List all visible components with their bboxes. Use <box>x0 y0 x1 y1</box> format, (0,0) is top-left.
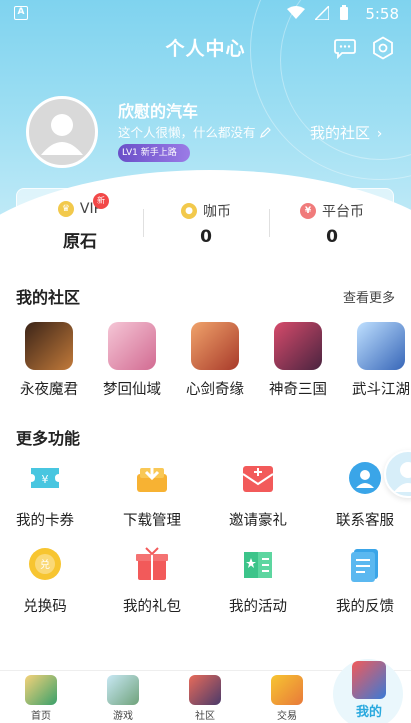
svg-text:¥: ¥ <box>42 473 49 486</box>
community-link-label: 我的社区 <box>310 124 371 142</box>
see-more-link[interactable]: 查看更多 <box>343 287 395 306</box>
community-games-list: 永夜魔君 梦回仙域 心剑奇缘 神奇三国 武斗江湖 <box>0 322 411 402</box>
platform-coin-icon: ¥ <box>300 203 316 219</box>
feature-label: 下载管理 <box>123 513 181 529</box>
game-name: 心剑奇缘 <box>186 382 244 398</box>
download-icon <box>134 460 170 496</box>
battery-icon <box>340 5 348 20</box>
tab-label: 交易 <box>277 711 297 722</box>
invite-gift-button[interactable]: 邀请豪礼 <box>213 460 303 530</box>
redeem-code-icon: 兑 <box>27 546 63 582</box>
game-item[interactable]: 武斗江湖 <box>340 322 411 399</box>
tab-community[interactable]: 社区 <box>164 671 246 723</box>
tab-trade[interactable]: 交易 <box>246 671 328 723</box>
profile-tab-icon <box>352 661 386 699</box>
gift-pack-icon <box>134 546 170 582</box>
username[interactable]: 欣慰的汽车 <box>118 98 198 122</box>
feature-label: 邀请豪礼 <box>229 513 287 529</box>
community-tab-icon <box>189 675 221 705</box>
game-icon <box>191 322 239 370</box>
download-manager-button[interactable]: 下载管理 <box>107 460 197 530</box>
feature-label: 我的礼包 <box>123 599 181 615</box>
game-name: 武斗江湖 <box>352 382 410 398</box>
feature-label: 我的卡券 <box>16 513 74 529</box>
coffee-coin-value: 0 <box>200 227 212 247</box>
assistant-avatar-icon <box>394 462 411 492</box>
my-coupons-button[interactable]: ¥ 我的卡券 <box>0 460 90 530</box>
signal-icon <box>315 6 329 20</box>
user-bio[interactable]: 这个人很懒，什么都没有 <box>118 122 272 141</box>
community-section-title: 我的社区 <box>16 288 81 307</box>
game-item[interactable]: 神奇三国 <box>257 322 339 399</box>
tab-label: 首页 <box>31 711 51 722</box>
feature-label: 联系客服 <box>336 513 394 529</box>
tab-home[interactable]: 首页 <box>0 671 82 723</box>
invite-gift-icon <box>240 460 276 496</box>
game-icon <box>25 322 73 370</box>
tab-label: 游戏 <box>113 711 133 722</box>
activity-book-icon <box>240 546 276 582</box>
chat-icon[interactable] <box>333 36 357 60</box>
tab-label: 我的 <box>355 705 382 720</box>
feedback-icon <box>347 546 383 582</box>
chevron-right-icon: › <box>376 126 383 142</box>
tab-games[interactable]: 游戏 <box>82 671 164 723</box>
home-tab-icon <box>25 675 57 705</box>
game-name: 梦回仙域 <box>103 382 161 398</box>
game-item[interactable]: 永夜魔君 <box>8 322 90 399</box>
svg-text:兑: 兑 <box>40 558 50 571</box>
avatar[interactable] <box>26 96 98 168</box>
game-item[interactable]: 心剑奇缘 <box>174 322 256 399</box>
crown-icon: ♛ <box>57 201 74 217</box>
new-badge: 新 <box>93 193 109 209</box>
tab-profile[interactable]: 我的 <box>328 661 410 723</box>
level-badge: LV1 新手上路 <box>118 144 190 162</box>
my-community-link[interactable]: 我的社区 › <box>310 122 382 143</box>
game-icon <box>108 322 156 370</box>
profile-page: A 5:58 个人中心 欣慰的汽车 这个人很懒，什么都没有 LV1 新手上路 我… <box>0 0 411 723</box>
customer-service-icon <box>347 460 383 496</box>
coffee-coin-icon: ● <box>181 203 197 219</box>
my-feedback-button[interactable]: 我的反馈 <box>320 546 410 616</box>
wifi-icon <box>287 6 305 19</box>
platform-coin-label: 平台币 <box>322 204 364 220</box>
feature-label: 我的活动 <box>229 599 287 615</box>
bottom-tab-bar: 首页 游戏 社区 交易 我的 <box>0 659 411 723</box>
game-name: 神奇三国 <box>269 382 327 398</box>
balance-card: ♛ VIP 新 原石 ● 咖币 0 ¥ 平台币 0 <box>16 188 394 254</box>
tab-label: 社区 <box>195 711 215 722</box>
feature-label: 我的反馈 <box>336 599 394 615</box>
notification-icon: A <box>14 6 28 20</box>
coffee-coin-balance[interactable]: ● 咖币 0 <box>143 189 269 255</box>
platform-coin-balance[interactable]: ¥ 平台币 0 <box>269 189 395 255</box>
bio-text: 这个人很懒，什么都没有 <box>118 125 256 140</box>
more-features-title: 更多功能 <box>16 429 81 448</box>
vip-balance[interactable]: ♛ VIP 新 原石 <box>17 189 143 255</box>
games-tab-icon <box>107 675 139 705</box>
coffee-coin-label: 咖币 <box>203 204 231 220</box>
edit-pencil-icon[interactable] <box>259 126 272 138</box>
settings-icon[interactable] <box>371 36 395 60</box>
status-bar: A 5:58 <box>0 0 411 28</box>
my-activities-button[interactable]: 我的活动 <box>213 546 303 616</box>
status-time: 5:58 <box>365 5 399 23</box>
feature-label: 兑换码 <box>23 599 67 615</box>
game-icon <box>357 322 405 370</box>
game-item[interactable]: 梦回仙域 <box>91 322 173 399</box>
redeem-code-button[interactable]: 兑 兑换码 <box>0 546 90 616</box>
game-icon <box>274 322 322 370</box>
my-gift-pack-button[interactable]: 我的礼包 <box>107 546 197 616</box>
platform-coin-value: 0 <box>326 227 338 247</box>
default-avatar-icon <box>41 114 83 155</box>
trade-tab-icon <box>271 675 303 705</box>
vip-value: 原石 <box>63 232 97 252</box>
floating-assistant-button[interactable] <box>384 450 411 498</box>
game-name: 永夜魔君 <box>20 382 78 398</box>
coupon-icon: ¥ <box>27 460 63 496</box>
